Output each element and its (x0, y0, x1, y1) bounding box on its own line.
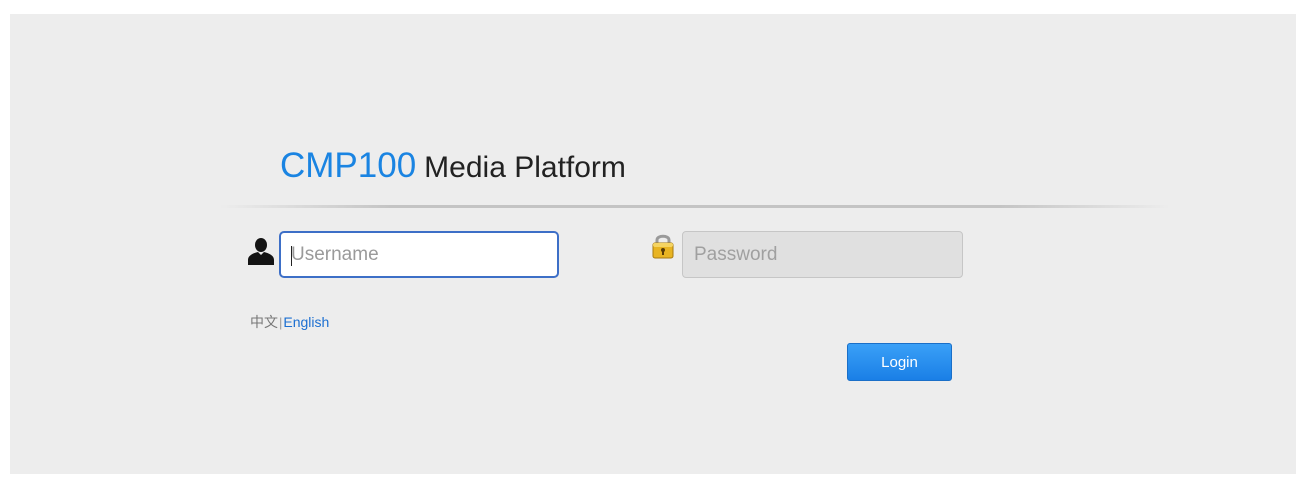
brand-product-name: CMP100 (280, 146, 417, 185)
text-cursor (291, 246, 292, 266)
language-english-link[interactable]: English (283, 314, 329, 330)
lock-icon (651, 232, 675, 260)
header-divider (220, 205, 1170, 208)
language-switcher: 中文|English (250, 312, 329, 332)
brand-platform-name: Media Platform (424, 151, 626, 184)
login-button[interactable]: Login (847, 343, 952, 381)
login-panel: CMP100Media Platform 中文|English Login (10, 14, 1296, 474)
language-chinese-link[interactable]: 中文 (250, 314, 278, 330)
language-separator: | (279, 315, 283, 330)
password-input[interactable] (682, 231, 963, 278)
user-icon (246, 236, 276, 266)
username-input[interactable] (279, 231, 559, 278)
brand-title: CMP100 Media Platform (280, 146, 626, 186)
